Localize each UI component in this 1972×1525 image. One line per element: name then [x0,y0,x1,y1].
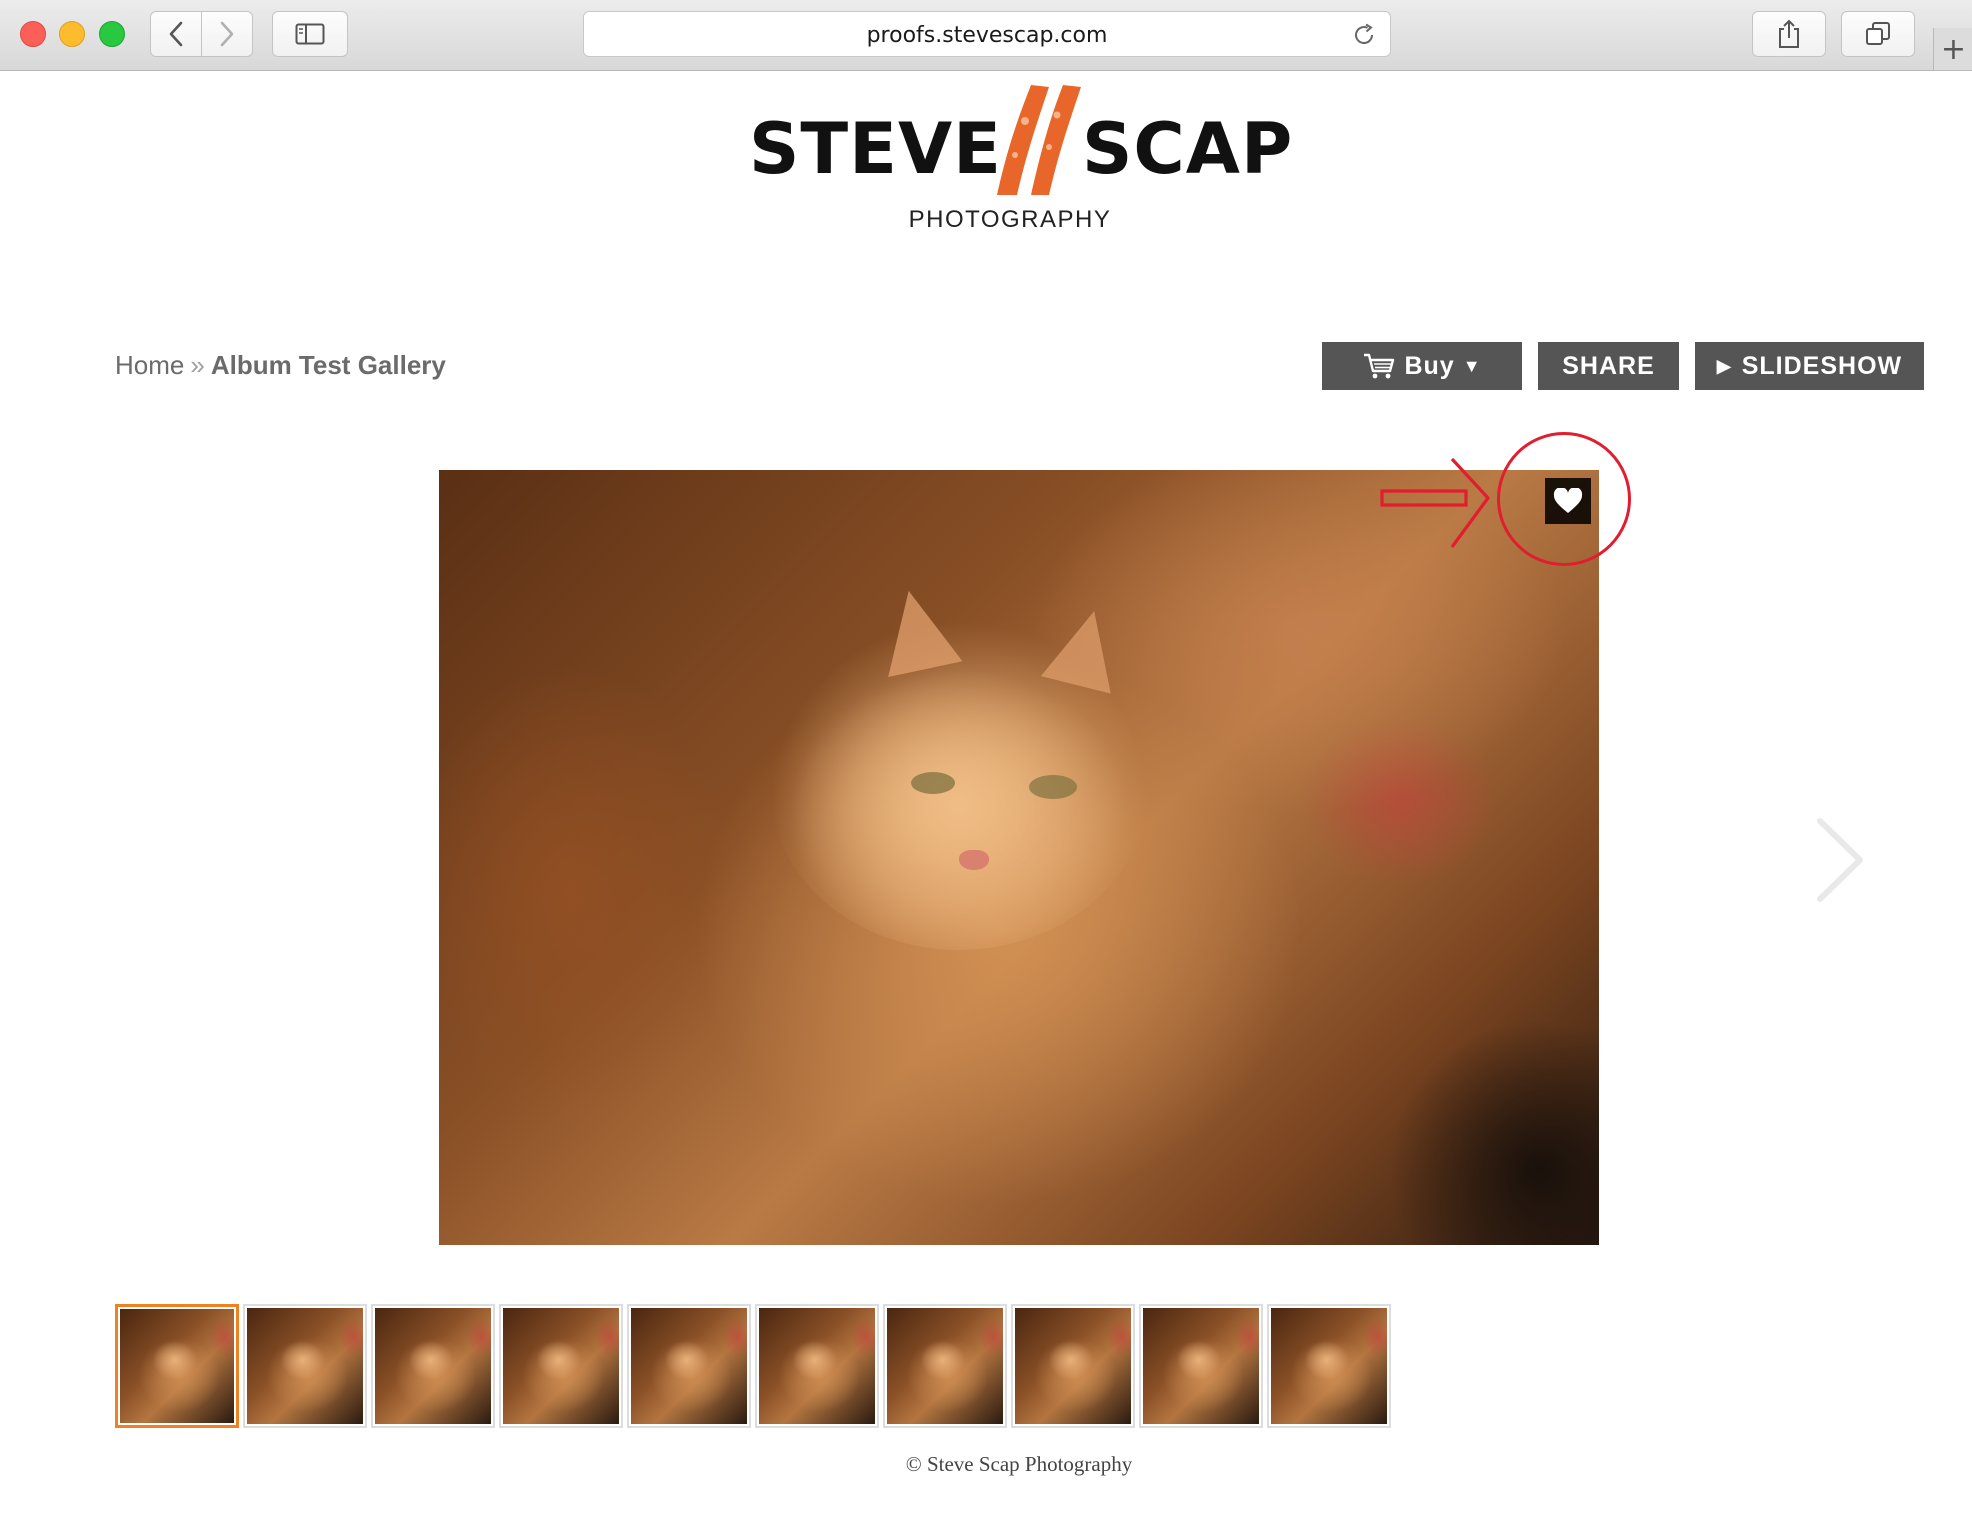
thumbnail-filmstrip [115,1304,1395,1428]
new-tab-button[interactable]: + [1933,28,1972,70]
dropdown-caret-icon: ▼ [1462,355,1482,376]
logo-last-name: SCAP [1082,108,1294,190]
filmstrip-thumbnail[interactable] [1011,1304,1135,1428]
filmstrip-thumbnail[interactable] [755,1304,879,1428]
photo-cat-ear-left [871,582,963,678]
site-logo[interactable]: STEVE SCAP PHOTOGRAPHY [745,78,1294,238]
sidebar-toggle-button[interactable] [272,11,348,57]
photo-cat-nose [959,850,989,870]
next-photo-arrow-icon[interactable] [1810,815,1870,905]
photo-cat-eye-left [911,772,955,794]
share-button-label: SHARE [1562,351,1655,380]
cart-icon [1364,353,1395,379]
filmstrip-thumbnail[interactable] [627,1304,751,1428]
filmstrip-thumbnail[interactable] [1267,1304,1391,1428]
buy-button-label: Buy [1404,351,1455,380]
play-icon: ▶ [1716,355,1732,376]
thumbnail-image [887,1308,1003,1424]
annotation-arrow-icon [1380,457,1490,548]
chevron-right-icon [220,21,234,47]
breadcrumb-current: Album Test Gallery [210,350,446,380]
tabs-overview-icon [1866,22,1890,45]
close-window-button[interactable] [20,21,46,47]
thumbnail-image [1143,1308,1259,1424]
thumbnail-image [1271,1308,1387,1424]
filmstrip-thumbnail[interactable] [499,1304,623,1428]
thumbnail-image [631,1308,747,1424]
thumbnail-image [120,1309,234,1423]
copyright-text: © Steve Scap Photography [905,1452,1133,1476]
breadcrumb: Home» Album Test Gallery [115,350,446,381]
logo-first-name: STEVE [749,108,1002,190]
url-text: proofs.stevescap.com [866,23,1108,48]
filmstrip-thumbnail[interactable] [243,1304,367,1428]
thumbnail-image [1015,1308,1131,1424]
sidebar-icon [295,23,325,45]
show-tabs-button[interactable] [1841,11,1915,57]
annotation-highlight-circle [1497,432,1631,566]
share-icon [1779,19,1799,48]
thumbnail-image [759,1308,875,1424]
filmstrip-thumbnail[interactable] [115,1304,239,1428]
minimize-window-button[interactable] [59,21,85,47]
slideshow-button[interactable]: ▶ SLIDESHOW [1695,342,1924,390]
forward-button[interactable] [201,11,253,57]
filmstrip-thumbnail[interactable] [371,1304,495,1428]
zoom-window-button[interactable] [99,21,125,47]
plus-icon: + [1940,31,1967,67]
main-photo[interactable] [439,470,1599,1245]
history-nav [150,11,254,57]
share-gallery-button[interactable]: SHARE [1538,342,1679,390]
breadcrumb-separator: » [190,350,205,380]
logo-brushstroke-icon [997,85,1081,195]
thumbnail-image [503,1308,619,1424]
logo-subtitle: PHOTOGRAPHY [908,206,1112,233]
back-button[interactable] [150,11,202,57]
filmstrip-thumbnail[interactable] [1139,1304,1263,1428]
chevron-left-icon [169,21,183,47]
thumbnail-image [375,1308,491,1424]
filmstrip-thumbnail[interactable] [883,1304,1007,1428]
slideshow-button-label: SLIDESHOW [1741,351,1903,380]
browser-toolbar: proofs.stevescap.com + [0,0,1972,71]
share-button[interactable] [1752,11,1826,57]
reload-icon[interactable] [1352,23,1376,47]
breadcrumb-home-link[interactable]: Home [115,350,184,380]
photo-cat-eye-right [1029,775,1077,799]
address-bar[interactable]: proofs.stevescap.com [583,11,1391,57]
buy-button[interactable]: Buy ▼ [1322,342,1522,390]
thumbnail-image [247,1308,363,1424]
